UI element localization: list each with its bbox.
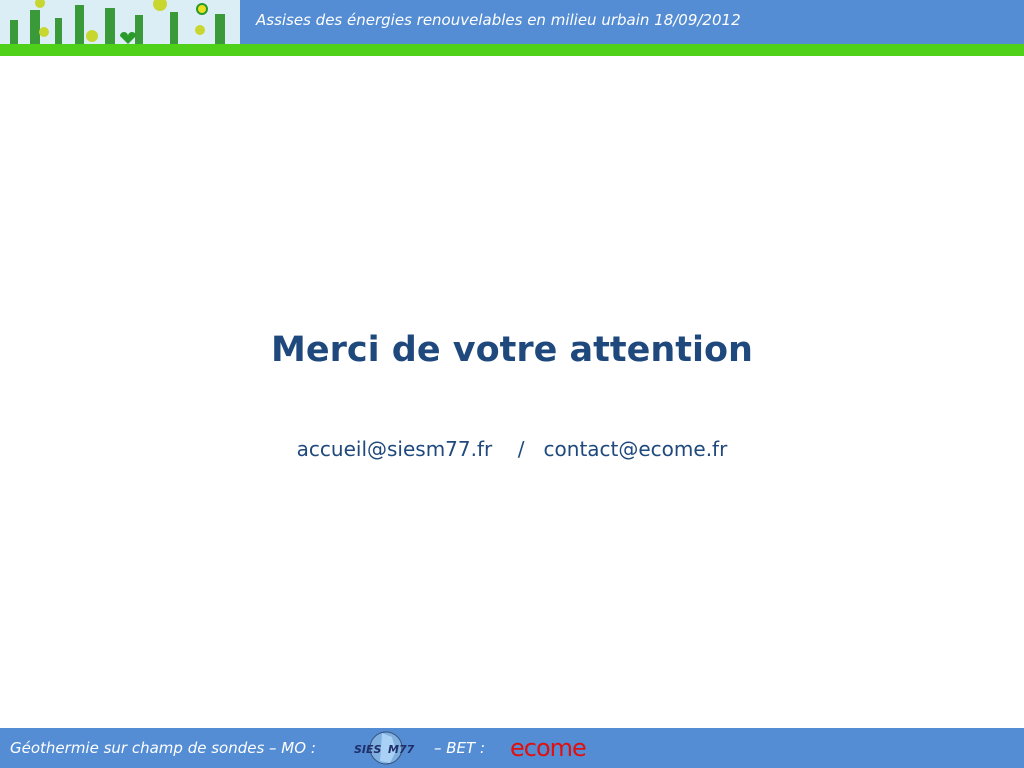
svg-text:M77: M77: [388, 743, 415, 756]
email-ecome[interactable]: contact@ecome.fr: [544, 437, 728, 461]
city-illustration-banner: [0, 0, 240, 44]
siesm77-logo: SIES M77: [354, 731, 415, 765]
green-city-illustration: [10, 0, 225, 44]
footer-bet-label: – BET :: [434, 739, 486, 757]
header-title: Assises des énergies renouvelables en mi…: [256, 11, 741, 29]
contact-emails: accueil@siesm77.fr / contact@ecome.fr: [0, 437, 1024, 461]
green-divider: [0, 44, 1024, 56]
footer-text: Géothermie sur champ de sondes – MO :: [10, 739, 316, 757]
footer-bar: Géothermie sur champ de sondes – MO : SI…: [0, 728, 1024, 768]
email-siesm[interactable]: accueil@siesm77.fr: [297, 437, 493, 461]
slide-title: Merci de votre attention: [271, 330, 753, 370]
svg-text:SIES: SIES: [354, 743, 382, 756]
ecome-logo: ecome: [510, 734, 587, 762]
header-bar: Assises des énergies renouvelables en mi…: [240, 0, 1024, 44]
email-separator: /: [517, 437, 525, 461]
